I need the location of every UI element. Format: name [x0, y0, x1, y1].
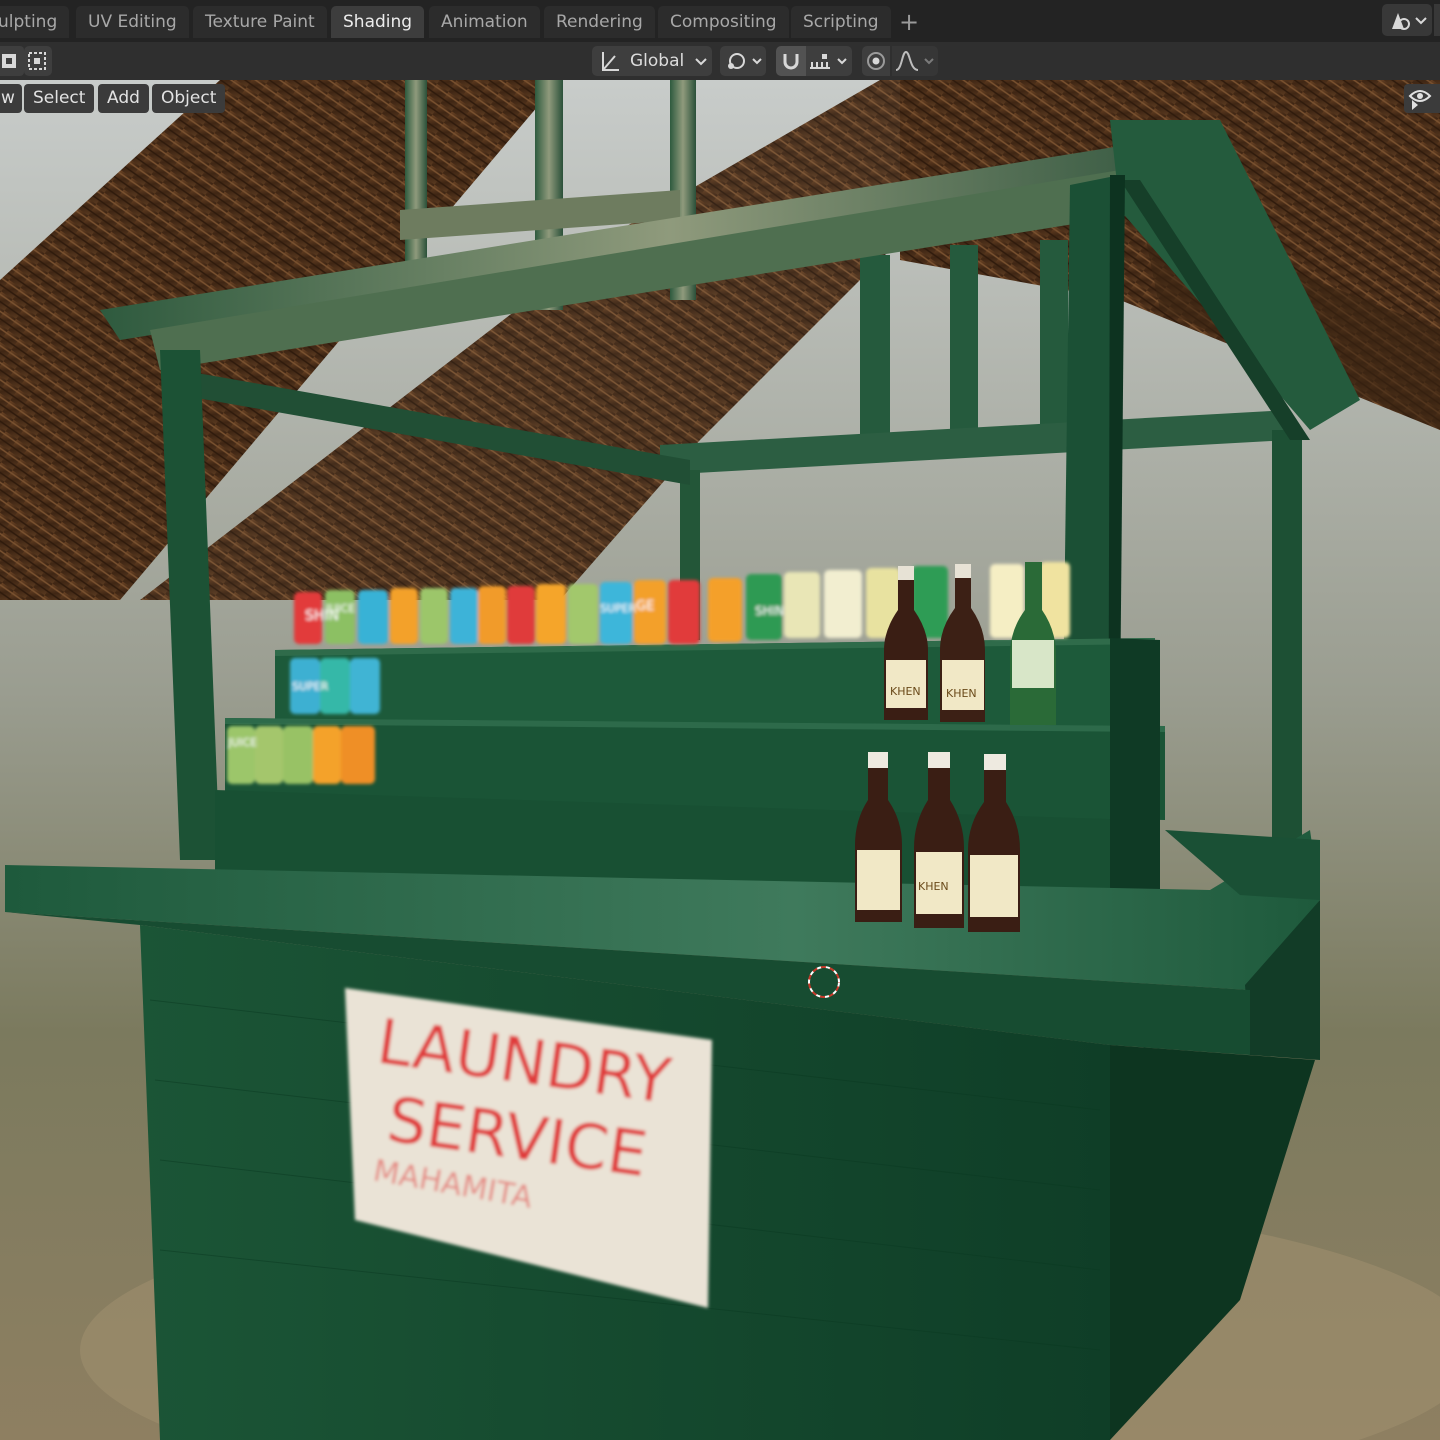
falloff-curve-icon — [895, 50, 934, 71]
object-menu[interactable]: Object — [152, 84, 226, 113]
tool-header: Global — [0, 42, 1440, 81]
bottles-lower: KHEN — [855, 752, 1020, 932]
workspace-bar: ulpting UV Editing Texture Paint Shading… — [0, 0, 1440, 42]
select-mode-icon[interactable] — [24, 46, 52, 76]
scene-selector[interactable] — [1382, 4, 1432, 36]
orientation-label: Global — [630, 51, 685, 71]
can-label: SUPER — [600, 602, 637, 615]
select-menu[interactable]: Select — [24, 84, 95, 113]
tab-sculpting[interactable]: ulpting — [0, 6, 70, 38]
snap-target-dropdown[interactable] — [806, 46, 852, 76]
view-menu[interactable]: w — [0, 84, 22, 113]
tab-animation[interactable]: Animation — [429, 6, 540, 38]
magnet-icon[interactable] — [776, 46, 806, 76]
visibility-dropdown[interactable] — [1404, 84, 1440, 113]
cans-middle-row: SUPER — [290, 658, 380, 714]
orientation-icon — [602, 52, 619, 71]
can-label: JUICE — [325, 602, 355, 615]
scene-render: SHIN SHIN JUICE SUPER GE SUPER JUICE KHE… — [0, 80, 1440, 1440]
pivot-point-dropdown[interactable] — [720, 46, 766, 76]
tab-scripting[interactable]: Scripting — [791, 6, 891, 38]
select-box-icon[interactable] — [0, 46, 24, 76]
plus-icon[interactable]: + — [898, 8, 920, 36]
scene-selector-edge — [1434, 4, 1440, 36]
tab-uv-editing[interactable]: UV Editing — [76, 6, 189, 38]
can-label: JUICE — [227, 736, 257, 749]
eye-icon — [1408, 90, 1432, 110]
can-label: GE — [636, 599, 654, 614]
can-label: SHIN — [755, 604, 784, 618]
scene-icon — [1392, 12, 1427, 30]
bottle-label: KHEN — [918, 880, 949, 893]
tab-texture-paint[interactable]: Texture Paint — [193, 6, 327, 38]
3d-viewport[interactable]: SHIN SHIN JUICE SUPER GE SUPER JUICE KHE… — [0, 80, 1440, 1440]
can-label: SUPER — [292, 680, 329, 693]
tab-compositing[interactable]: Compositing — [658, 6, 789, 38]
bottle-label: KHEN — [946, 687, 977, 700]
proportional-edit-icon[interactable] — [862, 46, 890, 76]
bottle-label: KHEN — [890, 685, 921, 698]
tab-rendering[interactable]: Rendering — [544, 6, 655, 38]
snap-increment-icon — [810, 54, 847, 69]
transform-orientation-dropdown[interactable]: Global — [592, 46, 712, 76]
chevron-down-icon — [695, 58, 707, 66]
pivot-point-icon — [728, 53, 762, 69]
add-menu[interactable]: Add — [98, 84, 149, 113]
tab-shading[interactable]: Shading — [331, 6, 425, 38]
cans-bottom-row: JUICE — [227, 726, 375, 784]
falloff-dropdown[interactable] — [892, 46, 938, 76]
bottles-upper: KHEN KHEN — [884, 562, 1056, 725]
